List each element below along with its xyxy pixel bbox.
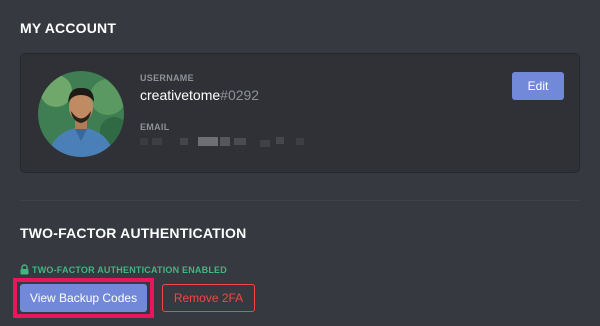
username-text: creativetome — [140, 87, 221, 103]
remove-2fa-button[interactable]: Remove 2FA — [162, 284, 255, 312]
avatar-photo — [38, 71, 124, 157]
two-factor-status-text: TWO-FACTOR AUTHENTICATION ENABLED — [32, 264, 227, 275]
email-label: EMAIL — [140, 122, 170, 132]
username-value: creativetome#0292 — [140, 87, 259, 103]
two-factor-heading: TWO-FACTOR AUTHENTICATION — [20, 225, 247, 241]
account-card: USERNAME creativetome#0292 EMAIL Edit — [20, 53, 580, 173]
view-backup-codes-button[interactable]: View Backup Codes — [20, 284, 147, 312]
section-divider — [20, 200, 580, 201]
email-value-obscured — [140, 135, 310, 149]
username-label: USERNAME — [140, 73, 194, 83]
avatar[interactable] — [38, 71, 124, 157]
edit-button[interactable]: Edit — [512, 72, 564, 100]
two-factor-status: TWO-FACTOR AUTHENTICATION ENABLED — [20, 264, 227, 275]
discriminator-text: #0292 — [220, 87, 260, 103]
my-account-heading: MY ACCOUNT — [20, 20, 117, 36]
lock-icon — [20, 264, 29, 275]
